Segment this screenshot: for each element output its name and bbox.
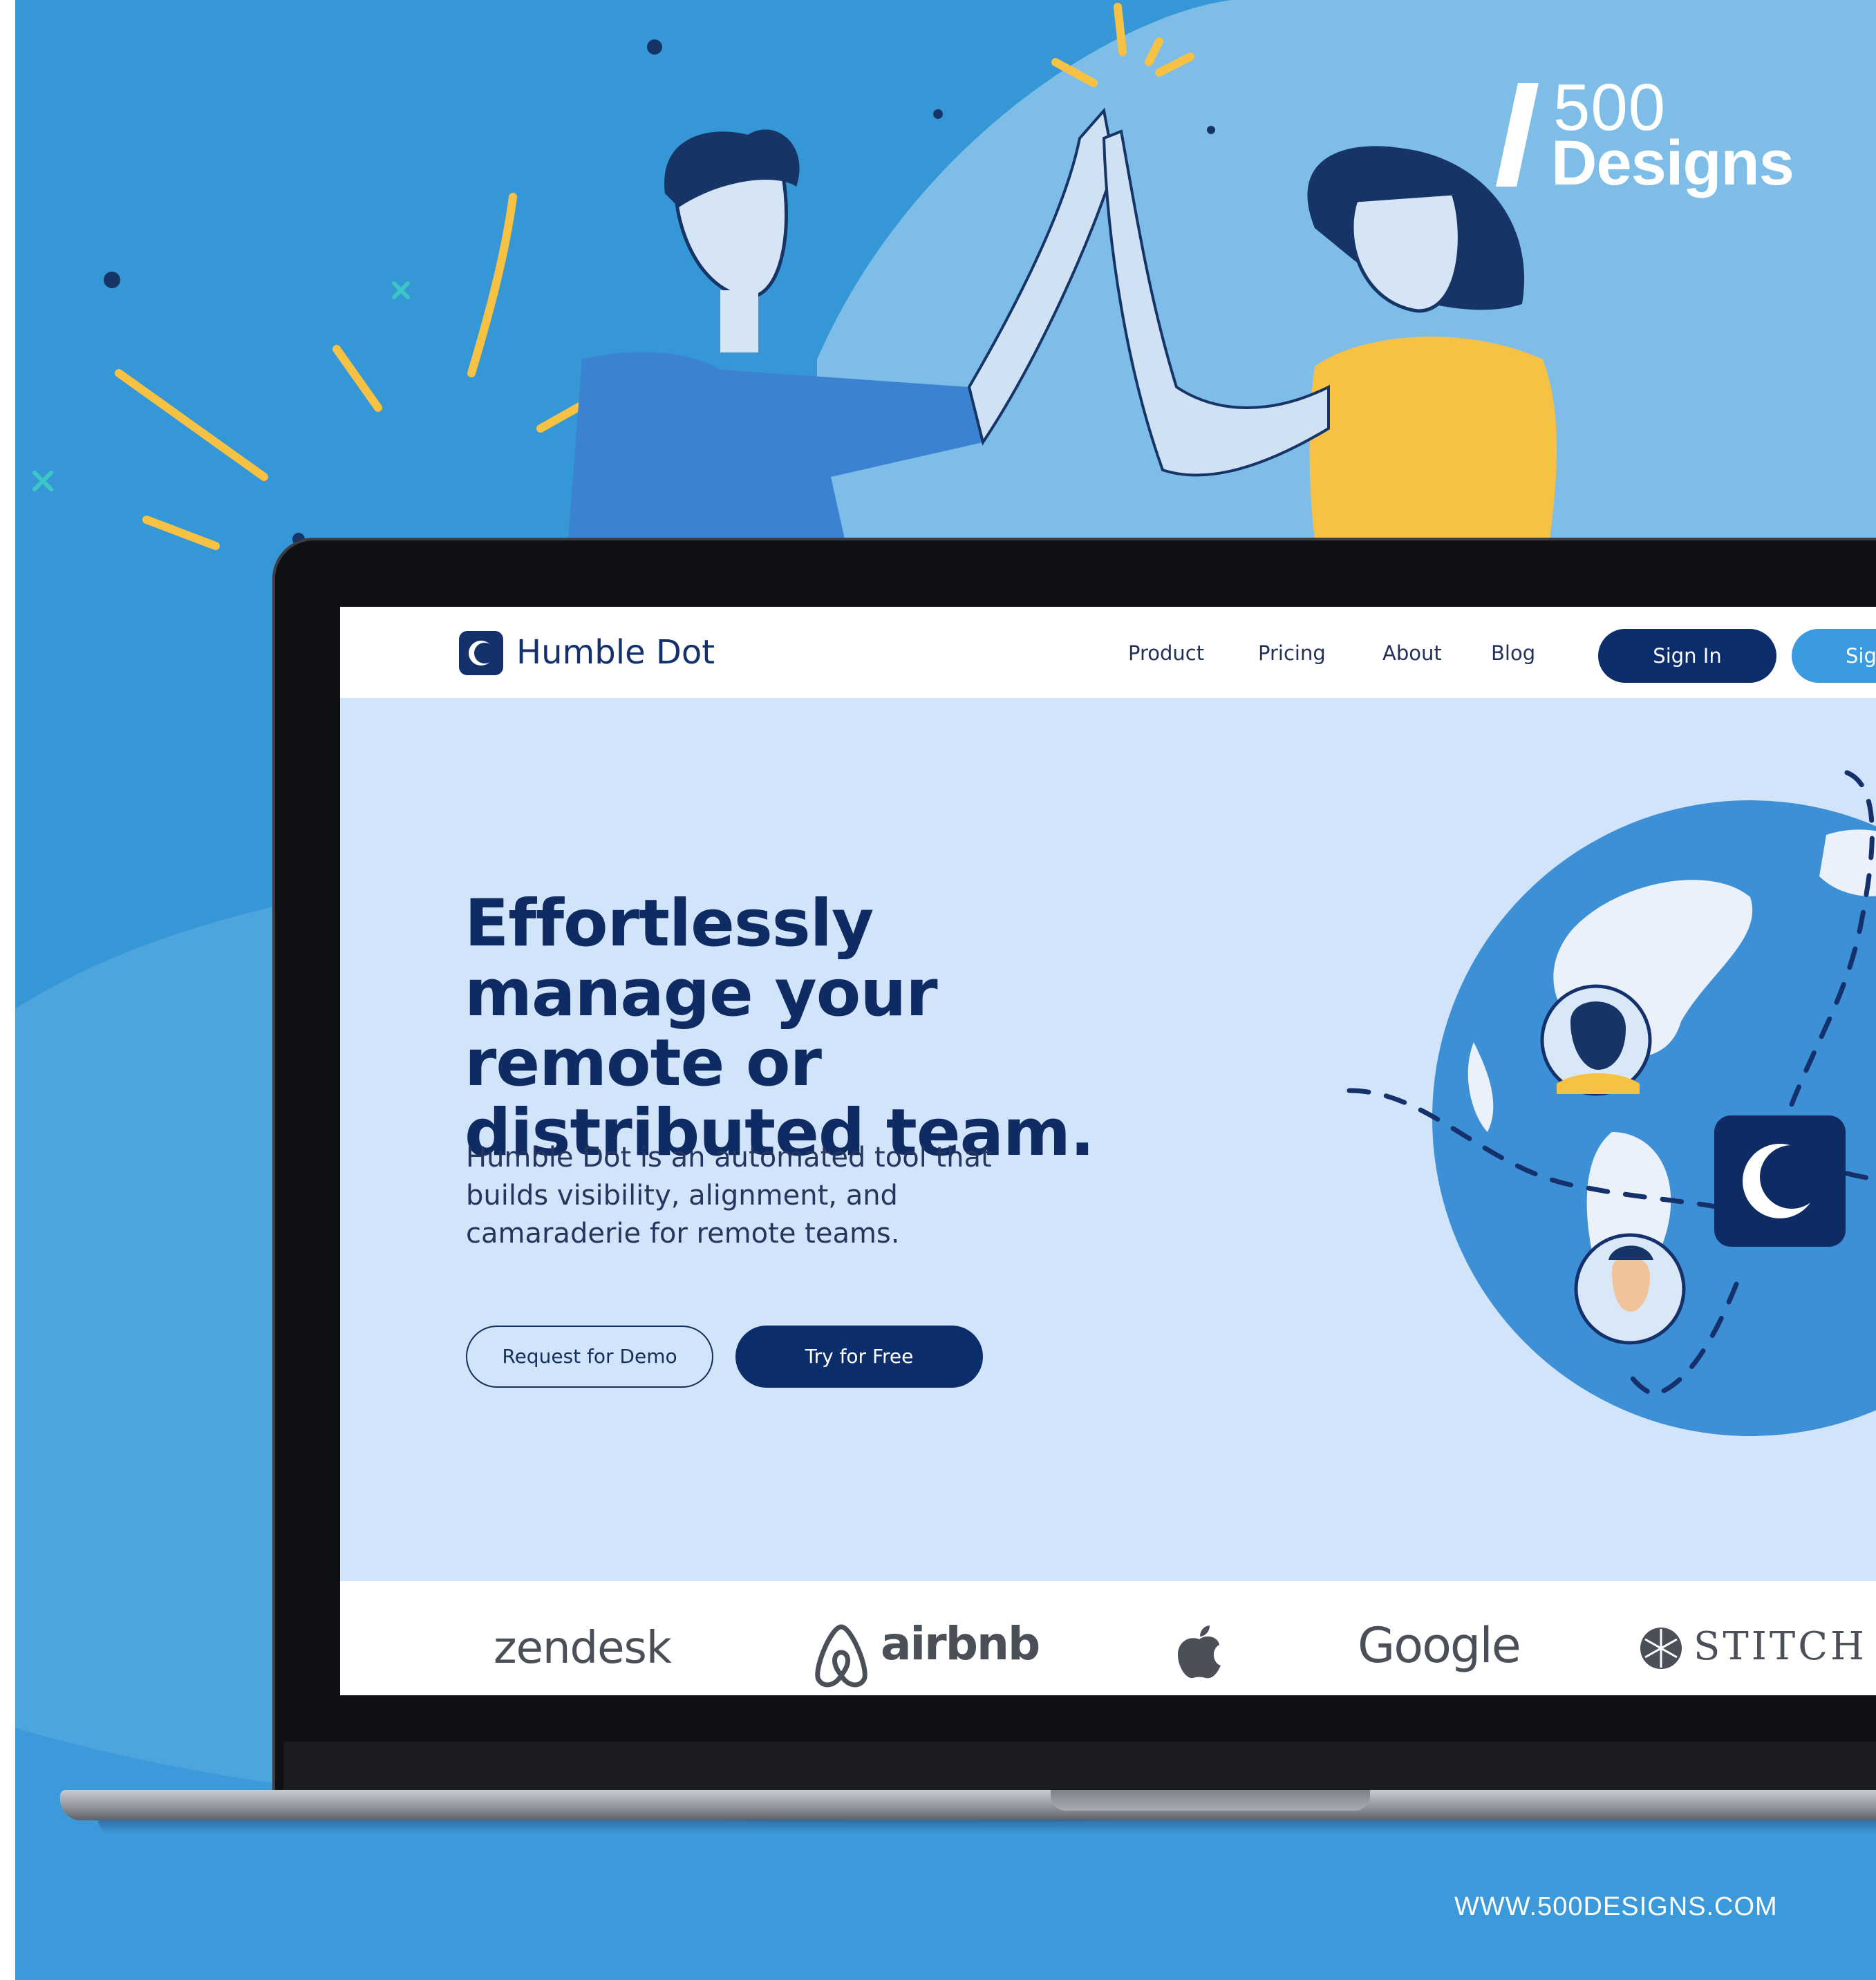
try-free-button[interactable]: Try for Free bbox=[735, 1326, 983, 1388]
client-logo-strip: zendesk airbnb Google STITCH bbox=[340, 1581, 1876, 1695]
nav-pricing-link[interactable]: Pricing bbox=[1258, 641, 1326, 665]
request-demo-button[interactable]: Request for Demo bbox=[466, 1326, 713, 1388]
client-stitch-logo: STITCH bbox=[1694, 1624, 1867, 1669]
laptop-chin bbox=[283, 1742, 1876, 1790]
client-google-logo: Google bbox=[1358, 1617, 1521, 1674]
laptop-screen: Humble Dot Product Pricing About Blog Si… bbox=[340, 607, 1876, 1695]
stitch-globe-icon bbox=[1640, 1628, 1682, 1669]
nav-about-link[interactable]: About bbox=[1382, 641, 1442, 665]
sign-in-button[interactable]: Sign In bbox=[1598, 629, 1776, 683]
laptop-base bbox=[60, 1790, 1876, 1820]
nav-blog-link[interactable]: Blog bbox=[1491, 641, 1535, 665]
showcase-canvas: 500 Designs Humble Dot Product Pricing A… bbox=[15, 0, 1876, 1980]
nav-product-link[interactable]: Product bbox=[1128, 641, 1204, 665]
airbnb-icon bbox=[815, 1624, 867, 1688]
brand-name[interactable]: Humble Dot bbox=[516, 633, 715, 672]
hero-subtitle: Humble Dot is an automated tool that bui… bbox=[466, 1142, 992, 1250]
hero-title: Effortlessly manage your remote or distr… bbox=[465, 886, 1095, 1171]
site-navbar: Humble Dot Product Pricing About Blog Si… bbox=[340, 607, 1876, 698]
apple-icon bbox=[1178, 1625, 1221, 1679]
moon-dot-icon[interactable] bbox=[459, 631, 503, 675]
client-zendesk-logo: zendesk bbox=[494, 1623, 672, 1674]
client-airbnb-logo: airbnb bbox=[881, 1617, 1040, 1670]
laptop-notch bbox=[1051, 1790, 1370, 1811]
sign-up-button[interactable]: Sig bbox=[1792, 629, 1876, 683]
brand-word: Designs bbox=[1551, 128, 1794, 198]
watermark-url[interactable]: WWW.500DESIGNS.COM bbox=[1454, 1892, 1778, 1922]
laptop-shadow bbox=[98, 1820, 1876, 1834]
globe-illustration bbox=[1347, 770, 1876, 1436]
